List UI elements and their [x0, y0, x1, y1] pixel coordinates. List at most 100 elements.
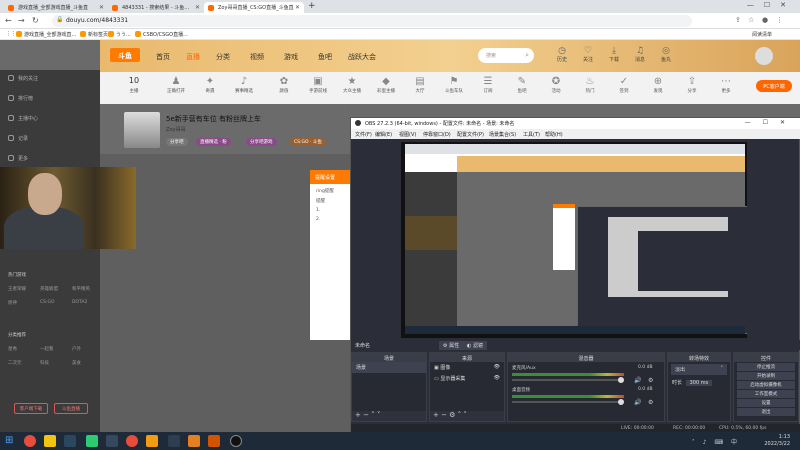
menu-item[interactable]: 帮助(H) [545, 131, 563, 138]
chrome-icon[interactable] [24, 435, 36, 447]
properties-button[interactable]: ⚙ 属性 [439, 341, 464, 350]
forward-icon[interactable]: → [18, 16, 25, 25]
virtual-camera-button[interactable]: 启动虚拟摄像机 [737, 381, 795, 389]
nav-item[interactable]: 直播 [186, 52, 200, 62]
header-follow[interactable]: ♡ 关注 [576, 46, 600, 63]
url-input[interactable]: 🔒 douyu.com/4843331 [52, 15, 692, 27]
sidebar-sub-item[interactable]: 二次元 [8, 360, 22, 366]
star-icon[interactable]: ☆ [748, 16, 754, 24]
header-history[interactable]: ◷ 历史 [550, 46, 574, 63]
nav-item[interactable]: 首页 [156, 52, 170, 62]
category-item[interactable]: ♨ 热门 [576, 76, 604, 94]
file-explorer-icon[interactable] [44, 435, 56, 447]
category-item[interactable]: ✿ 颜值 [270, 76, 298, 94]
app-icon[interactable] [146, 435, 158, 447]
dock-toolbar[interactable]: + − ˄ ˅ [352, 411, 426, 421]
share-icon[interactable]: ⇪ [735, 16, 741, 24]
douyu-live-button[interactable]: 斗鱼直播 [54, 403, 88, 414]
steam-icon[interactable] [64, 435, 76, 447]
sidebar-sub-item[interactable]: 英雄联盟 [40, 286, 58, 292]
sidebar-sub-item[interactable]: 星秀 [8, 346, 17, 352]
system-tray[interactable]: ˄ ♪ ⌨ 中 [692, 437, 740, 446]
sidebar-item[interactable]: 排行榜 [8, 95, 33, 102]
header-message[interactable]: ♫ 消息 [628, 46, 652, 63]
category-item[interactable]: ✓ 签到 [610, 76, 638, 94]
app-icon[interactable] [208, 435, 220, 447]
scene-item[interactable]: 场景 [352, 362, 426, 373]
bookmark-item[interactable]: 游戏直播_全部游戏直... [16, 31, 76, 38]
speaker-icon[interactable]: 🔊 [634, 399, 641, 406]
category-item[interactable]: ✦ 奇遇 [196, 76, 224, 94]
menu-item[interactable]: 工具(T) [523, 131, 540, 138]
browser-tab-1[interactable]: 游戏直播_全部游戏直播_斗鱼直 ✕ [4, 2, 108, 13]
sidebar-sub-item[interactable]: 美食 [72, 360, 81, 366]
nav-item[interactable]: 视频 [250, 52, 264, 62]
category-item[interactable]: ⚑ 斗鱼车队 [440, 76, 468, 94]
category-item[interactable]: ▤ 大厅 [406, 76, 434, 94]
menu-icon[interactable]: ⋮ [776, 16, 783, 24]
category-item[interactable]: ★ 大众主播 [338, 76, 366, 94]
download-client-button[interactable]: 客户端下载 [14, 403, 48, 414]
category-item[interactable]: ♪ 赛事精选 [230, 76, 258, 94]
source-item[interactable]: ▣ 图像 👁 [430, 362, 504, 373]
nav-item[interactable]: 分类 [216, 52, 230, 62]
header-download[interactable]: ⤓ 下载 [602, 46, 626, 63]
apps-icon[interactable]: ⋮⋮ [6, 31, 16, 37]
app-icon[interactable] [188, 435, 200, 447]
sidebar-sub-item[interactable]: 和平精英 [72, 286, 90, 292]
browser-tab-3[interactable]: Zoy哥哥直播_CS:GO直播_斗鱼直 ✕ [204, 2, 304, 13]
wechat-icon[interactable] [86, 435, 98, 447]
room-tag[interactable]: CS:GO · 斗鱼 [290, 138, 326, 146]
source-item[interactable]: ▭ 显示器采集 👁 [430, 373, 504, 384]
bookmark-item[interactable]: うう... [108, 31, 131, 38]
reading-list[interactable]: 阅读清单 [752, 31, 772, 38]
volume-slider[interactable] [512, 377, 624, 383]
search-input[interactable]: 搜索 ⌕ [478, 48, 534, 63]
profile-icon[interactable]: ● [762, 16, 768, 24]
menu-item[interactable]: 场景集合(S) [489, 131, 516, 138]
app-icon[interactable] [168, 435, 180, 447]
gear-icon[interactable]: ⚙ [648, 399, 653, 406]
menu-item[interactable]: 文件(F) [355, 131, 372, 138]
dock-toolbar[interactable]: + − ⚙ ˄ ˅ [430, 411, 504, 421]
streamer-name[interactable]: Zoy哥哥 [166, 126, 185, 133]
avatar[interactable] [755, 47, 773, 65]
transition-duration[interactable]: 时长 300 ms [668, 377, 730, 388]
room-tag[interactable]: 分享吧游戏 [246, 138, 277, 146]
windows-start-icon[interactable]: ⊞ [5, 435, 13, 446]
menu-item[interactable]: 编辑(E) [375, 131, 392, 138]
room-tag[interactable]: 分享吧 [166, 138, 188, 146]
sidebar-sub-item[interactable]: DOTA2 [72, 300, 87, 305]
bookmark-item[interactable]: CSBO/CSGO直播... [135, 31, 188, 38]
pc-client-button[interactable]: PC客户端 [756, 80, 792, 92]
window-controls[interactable]: —☐✕ [745, 119, 797, 126]
nav-item[interactable]: 游戏 [284, 52, 298, 62]
sidebar-sub-item[interactable]: 一起看 [40, 346, 54, 352]
menu-item[interactable]: 配置文件(P) [457, 131, 484, 138]
douyu-logo[interactable]: 斗鱼 [110, 48, 140, 62]
settings-button[interactable]: 设置 [737, 399, 795, 407]
obs-preview[interactable] [401, 142, 747, 338]
category-item[interactable]: ⊕ 发现 [644, 76, 672, 94]
sidebar-sub-item[interactable]: 科技 [40, 360, 49, 366]
nav-item[interactable]: 鱼吧 [318, 52, 332, 62]
speaker-icon[interactable]: 🔊 [634, 377, 641, 384]
category-item[interactable]: ▣ 手游前线 [304, 76, 332, 94]
menu-item[interactable]: 停靠窗口(D) [423, 131, 451, 138]
category-item[interactable]: ♟ 正确打开 [162, 76, 190, 94]
sidebar-item[interactable]: 更多 [8, 155, 28, 162]
category-item[interactable]: ☰ 订阅 [474, 76, 502, 94]
category-item[interactable]: ✪ 活动 [542, 76, 570, 94]
room-tag[interactable]: 直播精选 · 粉 [196, 138, 231, 146]
reload-icon[interactable]: ↻ [32, 16, 39, 25]
back-icon[interactable]: ← [5, 16, 12, 25]
category-item[interactable]: ◆ 彩蛋主播 [372, 76, 400, 94]
transition-select[interactable]: 淡出 ˅ [671, 364, 727, 375]
close-icon[interactable]: ✕ [195, 4, 200, 11]
streamer-avatar[interactable] [124, 112, 160, 148]
search-icon[interactable]: ⌕ [525, 51, 529, 60]
sidebar-item[interactable]: 主播中心 [8, 115, 38, 122]
bookmark-item[interactable]: 新标签页 [80, 31, 108, 38]
sidebar-item[interactable]: 记录 [8, 135, 28, 142]
studio-mode-button[interactable]: 工作室模式 [737, 390, 795, 398]
